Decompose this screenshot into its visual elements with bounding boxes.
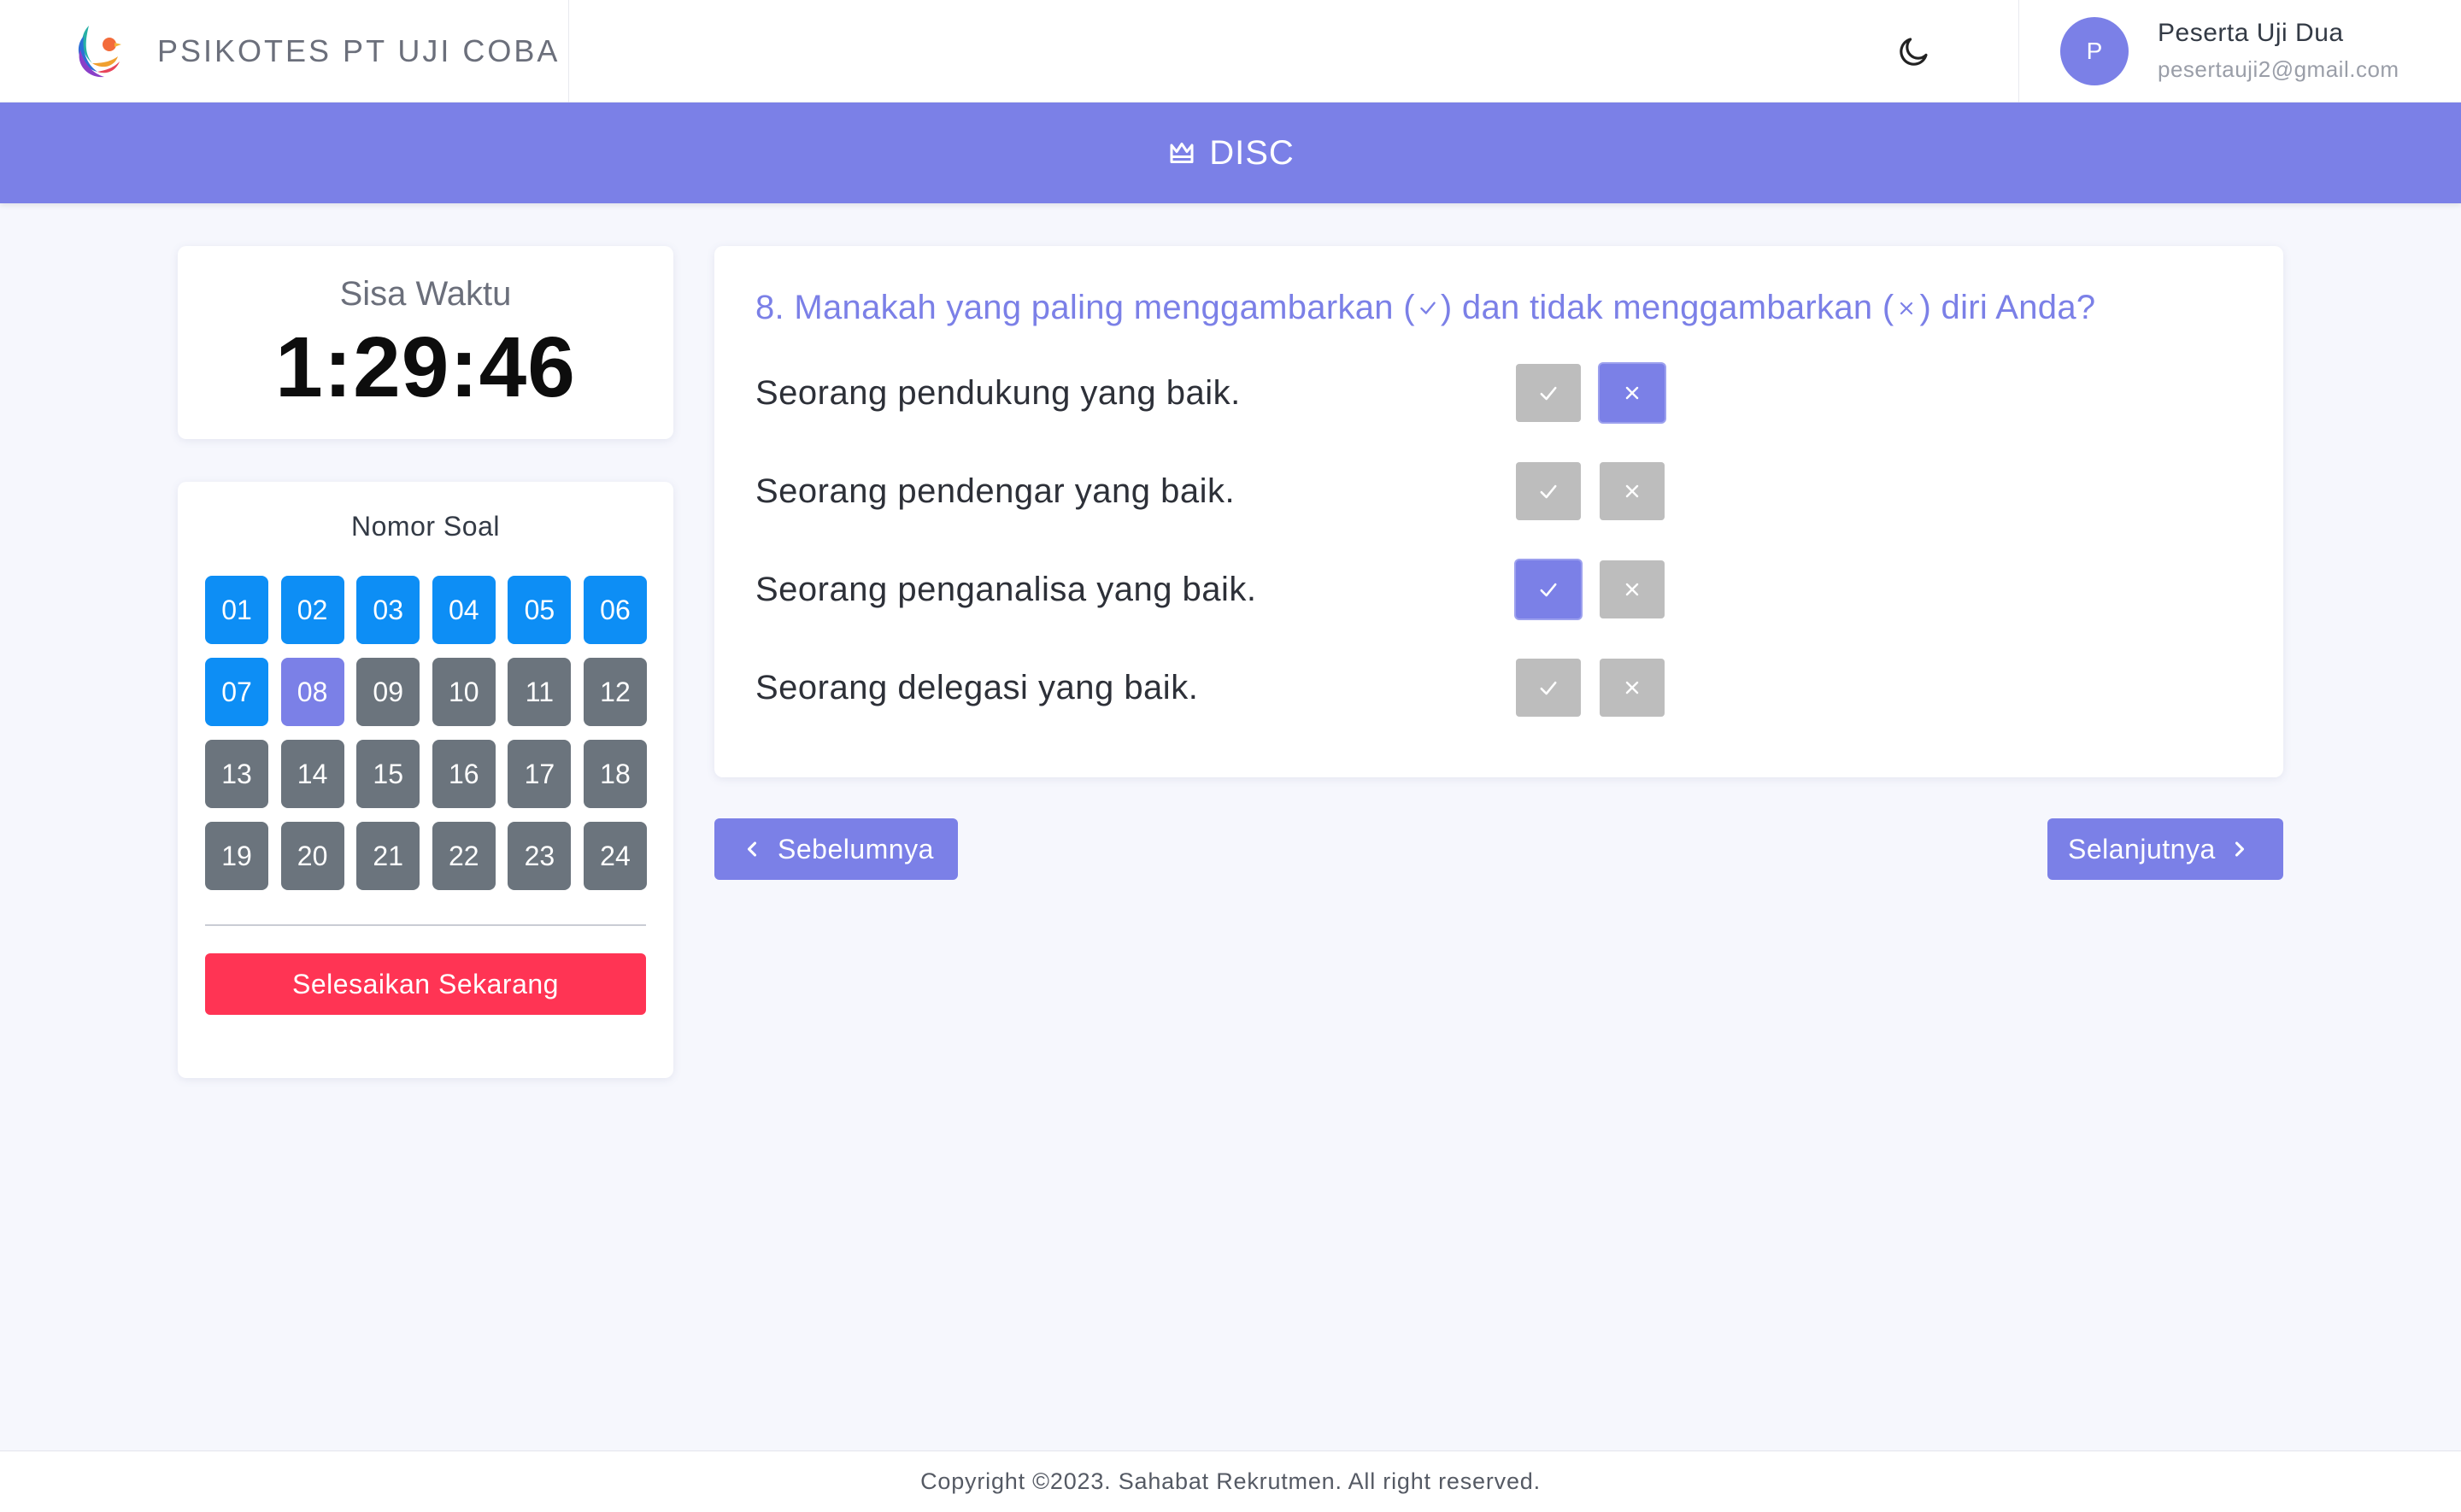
question-number-12[interactable]: 12 [583, 658, 647, 726]
check-icon [1536, 381, 1560, 405]
question-number-24[interactable]: 24 [583, 822, 647, 890]
moon-icon [1900, 37, 1928, 66]
cross-icon [1894, 289, 1919, 327]
user-name: Peserta Uji Dua [2158, 19, 2344, 47]
next-label: Selanjutnya [2068, 833, 2216, 864]
question-number-09[interactable]: 09 [356, 658, 420, 726]
previous-label: Sebelumnya [778, 833, 934, 864]
question-number-20[interactable]: 20 [280, 822, 344, 890]
statement-row: Seorang delegasi yang baik. [755, 653, 2259, 722]
footer: Copyright ©2023. Sahabat Rekrutmen. All … [0, 1450, 2461, 1512]
timer-value: 1:29:46 [275, 319, 576, 415]
statement-row: Seorang pendukung yang baik. [755, 359, 2259, 427]
copyright-text: Copyright ©2023. Sahabat Rekrutmen. All … [920, 1468, 1541, 1494]
check-icon [1415, 289, 1441, 327]
question-number-17[interactable]: 17 [508, 740, 572, 808]
check-icon [1536, 577, 1560, 601]
question-number-05[interactable]: 05 [508, 576, 572, 644]
divider [205, 924, 646, 926]
user-email: pesertauji2@gmail.com [2158, 56, 2399, 82]
question-number-02[interactable]: 02 [280, 576, 344, 644]
check-icon [1536, 479, 1560, 503]
question-number-03[interactable]: 03 [356, 576, 420, 644]
question-number-21[interactable]: 21 [356, 822, 420, 890]
cross-icon [1622, 383, 1642, 403]
question-number-18[interactable]: 18 [583, 740, 647, 808]
statement-text: Seorang pendengar yang baik. [755, 472, 1236, 510]
question-number-22[interactable]: 22 [432, 822, 496, 890]
question-number-08[interactable]: 08 [280, 658, 344, 726]
navigator-title: Nomor Soal [351, 511, 500, 542]
cross-icon [1622, 579, 1642, 600]
most-option-button[interactable] [1516, 659, 1581, 717]
question-number-14[interactable]: 14 [280, 740, 344, 808]
finish-now-button[interactable]: Selesaikan Sekarang [205, 953, 646, 1015]
brand[interactable]: PSIKOTES PT UJI COBA [0, 0, 569, 103]
chevron-right-icon [2235, 841, 2244, 857]
statement-row: Seorang penganalisa yang baik. [755, 555, 2259, 624]
statement-row: Seorang pendengar yang baik. [755, 457, 2259, 525]
question-number-06[interactable]: 06 [583, 576, 647, 644]
most-option-button[interactable] [1516, 462, 1581, 520]
brand-name: PSIKOTES PT UJI COBA [157, 32, 561, 68]
question-number-04[interactable]: 04 [432, 576, 496, 644]
user-info: Peserta Uji Dua pesertauji2@gmail.com [2158, 19, 2399, 83]
statement-text: Seorang penganalisa yang baik. [755, 570, 1257, 608]
check-icon [1536, 676, 1560, 700]
question-number-01[interactable]: 01 [205, 576, 268, 644]
question-suffix: ) diri Anda? [1919, 289, 2096, 326]
most-option-button[interactable] [1516, 364, 1581, 422]
most-option-button[interactable] [1516, 560, 1581, 618]
bird-logo-icon [78, 25, 121, 77]
theme-toggle-button[interactable] [1880, 17, 1948, 85]
timer-card: Sisa Waktu 1:29:46 [178, 246, 673, 439]
avatar[interactable]: P [2060, 16, 2129, 85]
question-number-13[interactable]: 13 [205, 740, 268, 808]
question-number-10[interactable]: 10 [432, 658, 496, 726]
test-title: DISC [1209, 133, 1295, 172]
cross-icon [1622, 481, 1642, 501]
cross-icon [1622, 677, 1642, 698]
question-middle: ) dan tidak menggambarkan ( [1440, 289, 1894, 326]
question-number-11[interactable]: 11 [508, 658, 572, 726]
question-card: 8. Manakah yang paling menggambarkan ( ) … [714, 246, 2283, 777]
least-option-button[interactable] [1600, 364, 1665, 422]
question-title: 8. Manakah yang paling menggambarkan ( ) … [755, 289, 2095, 327]
question-number-23[interactable]: 23 [508, 822, 572, 890]
least-option-button[interactable] [1600, 462, 1665, 520]
least-option-button[interactable] [1600, 560, 1665, 618]
user-menu[interactable]: P Peserta Uji Dua pesertauji2@gmail.com [2018, 0, 2461, 103]
next-button[interactable]: Selanjutnya [2047, 818, 2283, 880]
statement-text: Seorang pendukung yang baik. [755, 373, 1241, 412]
question-number-07[interactable]: 07 [205, 658, 268, 726]
question-number-grid: 01 02 03 04 05 06 07 08 09 10 11 12 13 14 15 16 17 18 19 20… [205, 576, 647, 890]
timer-label: Sisa Waktu [339, 275, 512, 313]
chevron-left-icon [747, 841, 757, 857]
test-banner: DISC [0, 103, 2461, 203]
least-option-button[interactable] [1600, 659, 1665, 717]
top-header: PSIKOTES PT UJI COBA P Peserta Uji Dua p… [0, 0, 2461, 103]
previous-button[interactable]: Sebelumnya [714, 818, 958, 880]
question-prefix: 8. Manakah yang paling menggambarkan ( [755, 289, 1415, 326]
question-navigator: Nomor Soal 01 02 03 04 05 06 07 08 09 10 11 12 13 14 1… [178, 482, 673, 1078]
question-number-16[interactable]: 16 [432, 740, 496, 808]
crown-icon [1170, 143, 1194, 163]
question-number-15[interactable]: 15 [356, 740, 420, 808]
question-number-19[interactable]: 19 [205, 822, 268, 890]
statement-text: Seorang delegasi yang baik. [755, 668, 1199, 706]
